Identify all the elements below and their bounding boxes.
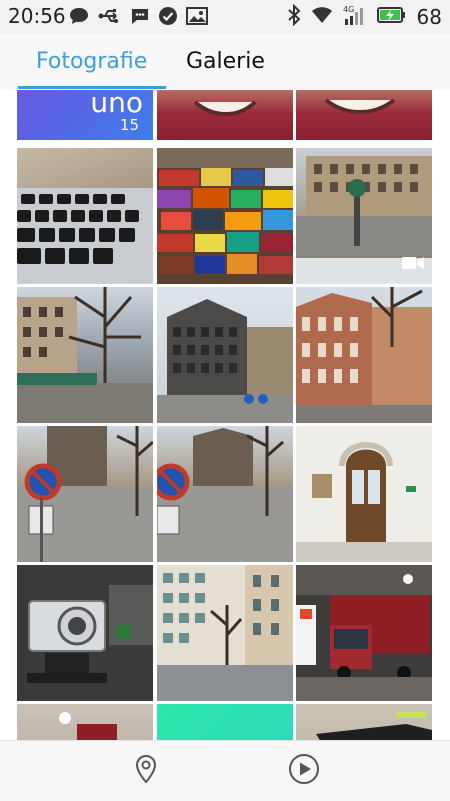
location-pin-icon — [135, 754, 157, 788]
cellular-4g-icon: 4G — [343, 4, 367, 30]
notification-icons — [68, 6, 208, 30]
location-button[interactable] — [130, 754, 162, 788]
message-icon — [130, 6, 150, 30]
album-name: uno — [90, 90, 143, 119]
video-camera-icon — [402, 255, 424, 274]
photo-tile[interactable] — [296, 90, 432, 140]
tab-fotografie[interactable]: Fotografie — [36, 48, 147, 76]
tab-bar: Fotografie Galerie — [0, 34, 450, 91]
photo-tile[interactable] — [17, 148, 153, 284]
bluetooth-icon — [287, 3, 301, 30]
status-bar: 20:56 4G 68 — [0, 0, 450, 34]
photo-grid[interactable]: uno 15 — [0, 90, 450, 740]
image-icon — [186, 7, 208, 29]
slideshow-play-button[interactable] — [288, 753, 320, 789]
album-tile-uno[interactable]: uno 15 — [17, 90, 153, 140]
active-tab-indicator — [18, 86, 166, 89]
bottom-action-bar — [0, 740, 450, 801]
photo-tile[interactable] — [17, 426, 153, 562]
usb-icon — [98, 8, 122, 28]
check-circle-icon — [158, 6, 178, 30]
chat-icon — [68, 6, 90, 30]
battery-charging-icon — [376, 6, 407, 28]
photo-tile[interactable] — [157, 287, 293, 423]
photo-tile[interactable] — [157, 565, 293, 701]
photo-tile[interactable] — [17, 565, 153, 701]
photo-tile[interactable] — [296, 287, 432, 423]
video-tile[interactable] — [296, 148, 432, 284]
photo-tile[interactable] — [17, 704, 153, 740]
album-count: 15 — [119, 116, 139, 134]
photo-tile[interactable] — [157, 148, 293, 284]
photo-tile[interactable] — [296, 426, 432, 562]
play-icon — [288, 753, 320, 789]
wifi-icon — [311, 6, 333, 28]
svg-text:4G: 4G — [343, 5, 354, 14]
photo-tile[interactable] — [296, 565, 432, 701]
tab-galerie[interactable]: Galerie — [186, 48, 265, 76]
photo-tile[interactable] — [17, 287, 153, 423]
battery-level: 68 — [416, 5, 442, 29]
status-time: 20:56 — [8, 4, 66, 28]
photo-tile[interactable] — [296, 704, 432, 740]
photo-tile[interactable] — [157, 426, 293, 562]
photo-tile[interactable] — [157, 90, 293, 140]
photo-tile[interactable] — [157, 704, 293, 740]
system-icons: 4G 68 — [287, 3, 442, 30]
